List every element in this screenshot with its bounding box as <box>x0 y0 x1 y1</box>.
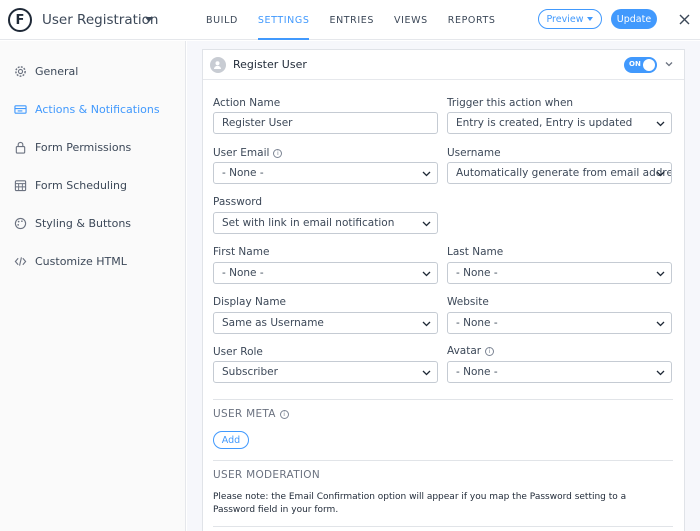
update-button[interactable]: Update <box>611 9 657 29</box>
caret-down-icon <box>587 17 594 21</box>
main-tabs: BUILD SETTINGS ENTRIES VIEWS REPORTS <box>196 0 506 40</box>
password-select[interactable]: Set with link in email notification <box>213 212 438 234</box>
user-moderation-title: USER MODERATION <box>213 469 321 481</box>
register-user-action-panel: Register User ON Action Name Register Us… <box>202 49 685 531</box>
chevron-down-icon[interactable] <box>664 59 674 72</box>
trigger-select[interactable]: Entry is created, Entry is updated <box>447 112 672 134</box>
palette-icon <box>14 217 27 229</box>
tab-views[interactable]: VIEWS <box>384 0 438 40</box>
info-icon[interactable]: i <box>279 409 289 419</box>
chevron-down-icon <box>422 171 431 177</box>
display-name-select[interactable]: Same as Username <box>213 312 438 334</box>
top-bar: F User Registration BUILD SETTINGS ENTRI… <box>0 0 700 40</box>
sidebar-item-form-scheduling[interactable]: Form Scheduling <box>14 175 127 195</box>
user-moderation-note: Please note: the Email Confirmation opti… <box>213 492 627 515</box>
chevron-down-icon <box>656 121 665 127</box>
info-icon[interactable]: i <box>273 148 283 158</box>
add-user-meta-button[interactable]: Add <box>213 431 249 449</box>
chevron-down-icon <box>422 370 431 376</box>
last-name-select[interactable]: - None - <box>447 262 672 284</box>
divider <box>213 460 673 461</box>
form-title[interactable]: User Registration <box>42 12 158 28</box>
username-select[interactable]: Automatically generate from email addres… <box>447 162 672 184</box>
chevron-down-icon <box>656 271 665 277</box>
chevron-down-icon <box>422 271 431 277</box>
user-meta-title: USER META i <box>213 408 289 420</box>
toggle-label: ON <box>629 60 641 68</box>
username-label: Username <box>447 147 501 159</box>
sidebar-item-label: Actions & Notifications <box>35 102 160 116</box>
sidebar-item-general[interactable]: General <box>14 61 78 81</box>
divider <box>213 399 673 400</box>
info-icon[interactable]: i <box>485 346 495 356</box>
settings-main: Register User ON Action Name Register Us… <box>187 41 700 531</box>
chevron-down-icon <box>422 321 431 327</box>
display-name-label: Display Name <box>213 296 287 308</box>
website-select[interactable]: - None - <box>447 312 672 334</box>
user-role-label: User Role <box>213 346 263 358</box>
chevron-down-icon <box>656 171 665 177</box>
sidebar-item-label: Form Permissions <box>35 140 132 154</box>
first-name-label: First Name <box>213 246 270 258</box>
close-icon[interactable] <box>675 10 693 28</box>
preview-button[interactable]: Preview <box>538 9 602 29</box>
avatar-select[interactable]: - None - <box>447 361 672 383</box>
sidebar-item-actions-notifications[interactable]: Actions & Notifications <box>14 99 160 119</box>
sidebar-item-label: Customize HTML <box>35 254 127 268</box>
sidebar-item-label: Styling & Buttons <box>35 216 132 230</box>
user-email-select[interactable]: - None - <box>213 162 438 184</box>
divider <box>213 526 673 527</box>
sidebar-item-label: Form Scheduling <box>35 178 127 192</box>
formidable-logo-icon[interactable]: F <box>8 8 32 32</box>
action-name-input[interactable]: Register User <box>213 112 438 134</box>
toggle-knob <box>643 59 655 71</box>
password-label: Password <box>213 196 263 208</box>
settings-sidebar: General Actions & Notifications Form Per… <box>0 41 186 531</box>
lock-icon <box>15 141 26 154</box>
user-email-label: User Email i <box>213 147 283 159</box>
trigger-label: Trigger this action when <box>447 97 574 109</box>
tab-reports[interactable]: REPORTS <box>438 0 506 40</box>
action-panel-header[interactable]: Register User ON <box>203 50 684 80</box>
user-add-icon <box>210 57 226 73</box>
form-title-dropdown-icon[interactable] <box>145 17 153 22</box>
website-label: Website <box>447 296 489 308</box>
gear-icon <box>15 65 26 77</box>
megaphone-icon <box>14 104 27 114</box>
action-on-toggle[interactable]: ON <box>624 57 657 73</box>
last-name-label: Last Name <box>447 246 504 258</box>
chevron-down-icon <box>656 321 665 327</box>
chevron-down-icon <box>422 221 431 227</box>
calendar-icon <box>14 179 27 191</box>
sidebar-item-label: General <box>35 64 79 78</box>
action-title: Register User <box>233 58 307 71</box>
first-name-select[interactable]: - None - <box>213 262 438 284</box>
code-icon <box>14 256 27 266</box>
user-role-select[interactable]: Subscriber <box>213 361 438 383</box>
sidebar-item-styling-buttons[interactable]: Styling & Buttons <box>14 213 131 233</box>
action-name-label: Action Name <box>213 97 281 109</box>
preview-button-label: Preview <box>546 13 584 25</box>
sidebar-item-form-permissions[interactable]: Form Permissions <box>14 137 131 157</box>
chevron-down-icon <box>656 370 665 376</box>
avatar-label: Avatar i <box>447 345 495 357</box>
tab-build[interactable]: BUILD <box>196 0 248 40</box>
tab-entries[interactable]: ENTRIES <box>319 0 384 40</box>
sidebar-item-customize-html[interactable]: Customize HTML <box>14 251 127 271</box>
tab-settings[interactable]: SETTINGS <box>248 0 320 40</box>
